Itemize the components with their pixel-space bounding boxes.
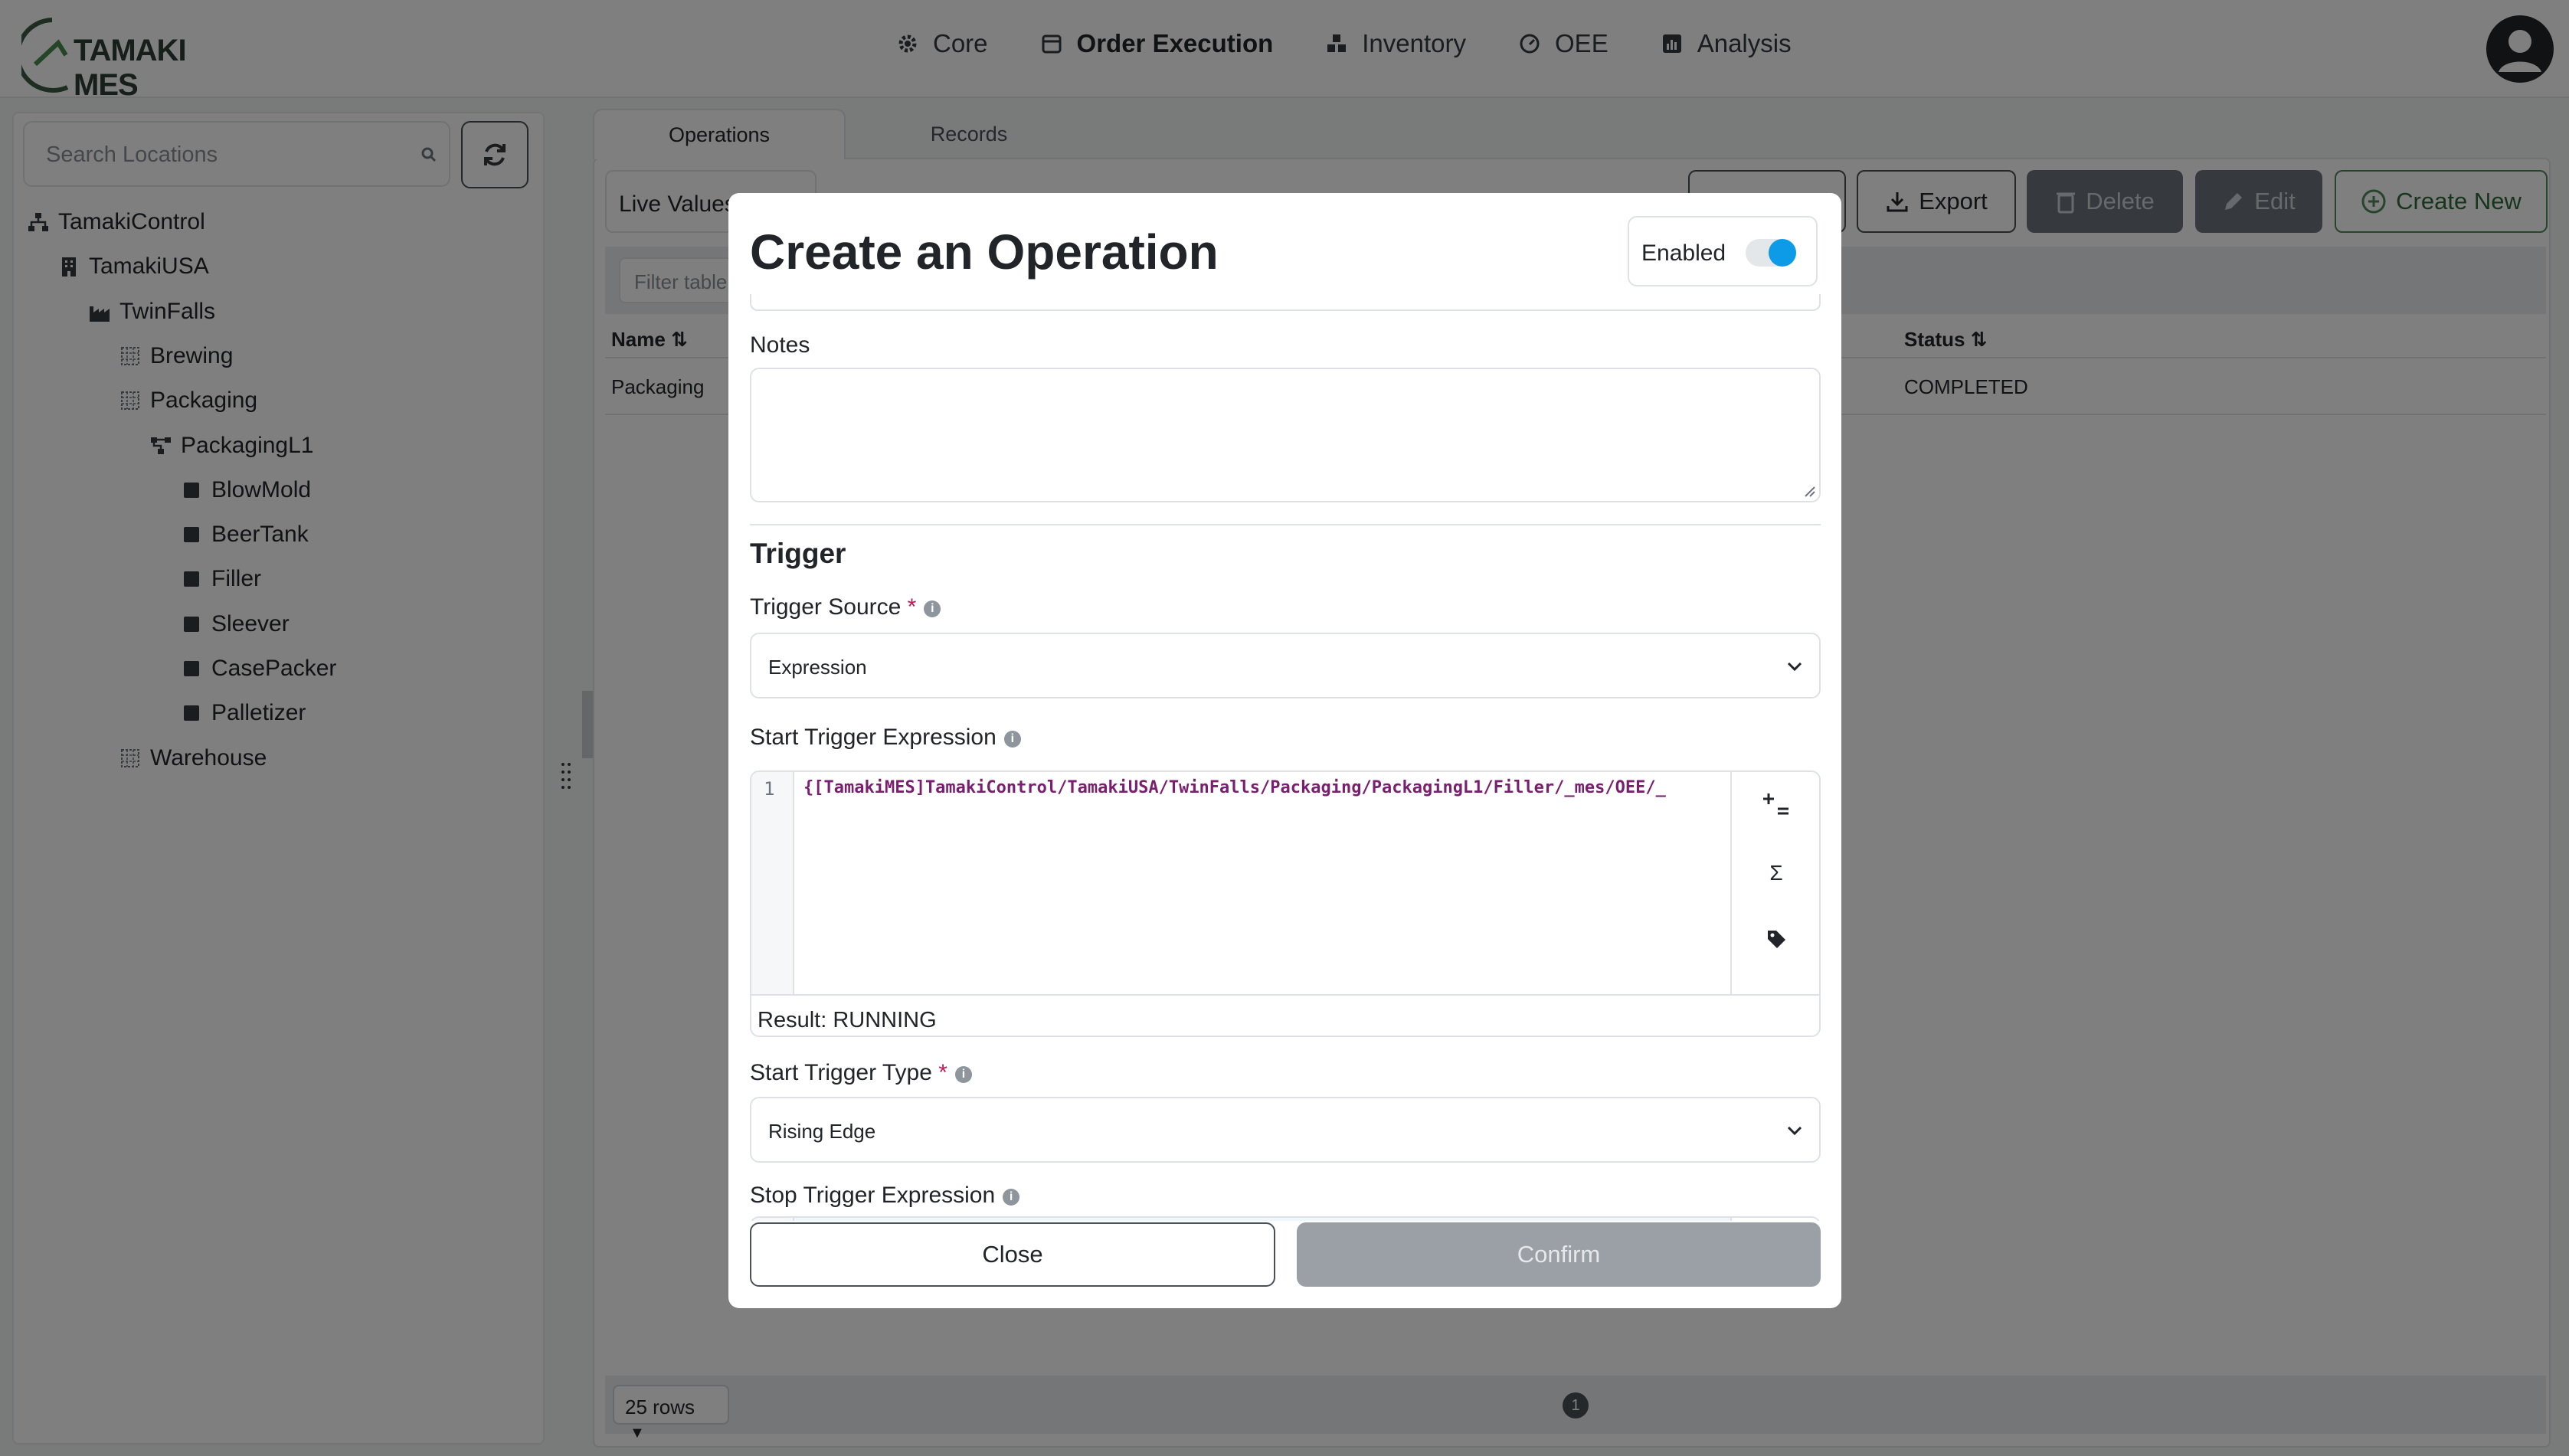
start-trigger-expression-editor[interactable]: 1 {[TamakiMES]TamakiControl/TamakiUSA/Tw… (750, 771, 1821, 1037)
insert-function-button[interactable]: Σ (1761, 858, 1792, 888)
insert-operator-button[interactable] (1761, 789, 1792, 820)
enabled-label: Enabled (1641, 240, 1726, 266)
line-gutter: 1 (751, 1218, 794, 1221)
trigger-section-title: Trigger (750, 538, 846, 569)
info-icon[interactable]: i (1003, 731, 1021, 748)
info-icon[interactable]: i (924, 600, 941, 617)
close-button[interactable]: Close (750, 1222, 1275, 1287)
result-divider (751, 994, 1819, 996)
expression-tools: Σ (1730, 772, 1819, 994)
trigger-source-label: Trigger Source * i (750, 594, 941, 620)
modal-title: Create an Operation (750, 224, 1219, 280)
notes-textarea[interactable] (750, 368, 1821, 502)
notes-label: Notes (750, 332, 810, 358)
insert-tag-button[interactable] (1761, 924, 1792, 954)
start-trigger-type-select[interactable]: Rising Edge (750, 1097, 1821, 1163)
start-trigger-expression-label: Start Trigger Expression i (750, 725, 1021, 751)
create-operation-modal: Create an Operation Enabled Notes Trigge… (728, 193, 1841, 1308)
section-divider (750, 524, 1821, 525)
chevron-down-icon (1787, 662, 1802, 672)
stop-trigger-expression-editor[interactable]: 1 + (750, 1216, 1821, 1221)
resize-handle-icon (1805, 486, 1815, 497)
expression-code[interactable]: {[TamakiMES]TamakiControl/TamakiUSA/Twin… (803, 778, 1684, 797)
start-trigger-type-label: Start Trigger Type * i (750, 1060, 972, 1086)
expression-result: Result: RUNNING (758, 1008, 937, 1032)
previous-field-edge (750, 294, 1821, 311)
stop-trigger-expression-label: Stop Trigger Expression i (750, 1183, 1020, 1209)
sigma-icon: Σ (1769, 861, 1783, 885)
line-gutter: 1 (751, 772, 794, 994)
toggle-knob (1769, 239, 1796, 267)
chevron-down-icon (1787, 1126, 1802, 1136)
info-icon[interactable]: i (954, 1066, 972, 1083)
tag-icon (1768, 931, 1785, 948)
plus-equals-icon (1763, 793, 1788, 815)
enabled-toggle[interactable] (1746, 239, 1796, 267)
trigger-source-select[interactable]: Expression (750, 633, 1821, 699)
info-icon[interactable]: i (1003, 1189, 1020, 1206)
modal-body[interactable]: Notes Trigger Trigger Source * i Expressi… (728, 294, 1841, 1221)
enabled-switch-group: Enabled (1628, 216, 1818, 286)
expression-tools: + (1730, 1218, 1819, 1221)
confirm-button[interactable]: Confirm (1297, 1222, 1821, 1287)
